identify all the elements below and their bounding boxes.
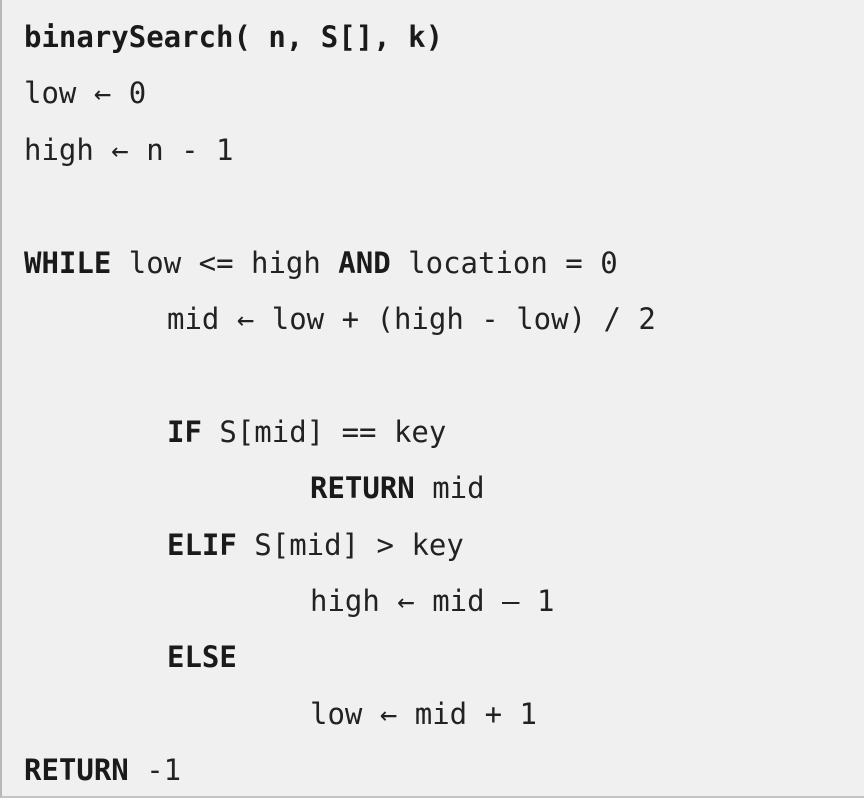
code-keyword: IF [167, 414, 202, 449]
code-keyword: WHILE [24, 245, 112, 280]
code-text: high ← n - 1 [24, 132, 234, 167]
code-text: high ← mid – 1 [310, 583, 555, 618]
code-text: S[mid] == key [201, 414, 447, 449]
code-keyword: AND [338, 245, 391, 280]
code-text: low ← 0 [24, 76, 147, 111]
code-text: low ← mid + 1 [310, 696, 537, 731]
code-text: location = 0 [390, 245, 618, 280]
code-line: low ← 0 [24, 65, 656, 121]
code-line: ELSE [24, 629, 656, 685]
code-keyword: RETURN [310, 471, 415, 506]
code-line: high ← mid – 1 [24, 573, 656, 629]
code-line: RETURN mid [24, 460, 656, 516]
code-text: mid ← low + (high - low) / 2 [167, 301, 656, 336]
code-keyword: RETURN [24, 753, 129, 788]
code-line: binarySearch( n, S[], k) [24, 9, 656, 65]
code-keyword: binarySearch( n, S[], k) [24, 20, 444, 54]
code-line: IF S[mid] == key [24, 404, 656, 460]
code-text: -1 [128, 753, 182, 788]
code-keyword: ELSE [167, 640, 237, 675]
code-text: mid [414, 471, 485, 506]
code-line: high ← n - 1 [24, 122, 656, 178]
code-line: mid ← low + (high - low) / 2 [24, 291, 656, 347]
code-text: low <= high [111, 245, 339, 280]
code-panel: binarySearch( n, S[], k) low ← 0 high ← n … [0, 0, 864, 798]
code-keyword: ELIF [167, 527, 237, 562]
pseudocode-block: binarySearch( n, S[], k) low ← 0 high ← n … [24, 9, 656, 798]
code-line: ELIF S[mid] > key [24, 517, 656, 573]
code-line: RETURN -1 [24, 742, 656, 798]
code-text: S[mid] > key [236, 527, 464, 562]
code-line: low ← mid + 1 [24, 686, 656, 742]
code-line: WHILE low <= high AND location = 0 [24, 235, 656, 291]
